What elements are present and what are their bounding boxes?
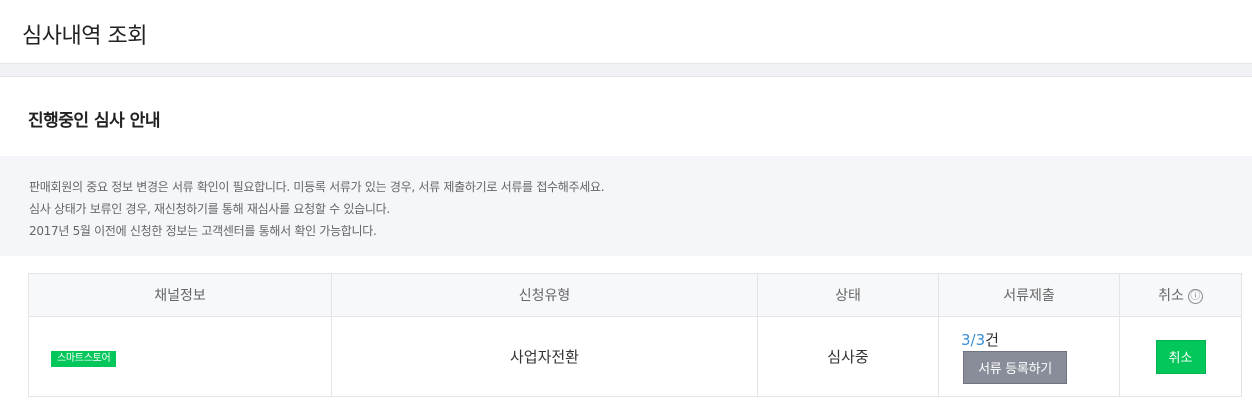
type-cell: 사업자전환 bbox=[331, 316, 758, 397]
notice-box: 판매회원의 중요 정보 변경은 서류 확인이 필요합니다. 미등록 서류가 있는… bbox=[0, 156, 1252, 256]
docs-cell: 3/3건 서류 등록하기 bbox=[938, 316, 1120, 397]
channel-cell: 스마트스토어 bbox=[28, 316, 332, 397]
table-header-row: 채널정보 신청유형 상태 서류제출 취소 ⓘ bbox=[28, 273, 1242, 317]
doc-count: 3/3건 bbox=[961, 329, 999, 350]
review-table: 채널정보 신청유형 상태 서류제출 취소 ⓘ 스마트스토어 사업자전환 심사중 3… bbox=[28, 273, 1242, 397]
notice-line: 판매회원의 중요 정보 변경은 서류 확인이 필요합니다. 미등록 서류가 있는… bbox=[29, 180, 605, 194]
section-title: 진행중인 심사 안내 bbox=[28, 111, 160, 131]
column-header-docs: 서류제출 bbox=[938, 273, 1120, 317]
doc-count-value[interactable]: 3/3 bbox=[961, 331, 985, 349]
cancel-cell: 취소 bbox=[1119, 316, 1242, 397]
status-cell: 심사중 bbox=[757, 316, 939, 397]
header-divider-band bbox=[0, 64, 1252, 77]
column-header-status: 상태 bbox=[757, 273, 939, 317]
register-documents-button[interactable]: 서류 등록하기 bbox=[963, 351, 1067, 384]
info-icon[interactable]: ⓘ bbox=[1187, 289, 1203, 304]
notice-line: 심사 상태가 보류인 경우, 재신청하기를 통해 재심사를 요청할 수 있습니다… bbox=[29, 202, 390, 216]
table-row: 스마트스토어 사업자전환 심사중 3/3건 서류 등록하기 취소 bbox=[28, 316, 1242, 397]
page-title: 심사내역 조회 bbox=[22, 24, 147, 49]
column-header-cancel: 취소 ⓘ bbox=[1119, 273, 1242, 317]
channel-badge: 스마트스토어 bbox=[51, 350, 117, 367]
page-header: 심사내역 조회 bbox=[0, 0, 1252, 64]
notice-line: 2017년 5월 이전에 신청한 정보는 고객센터를 통해서 확인 가능합니다. bbox=[29, 224, 377, 238]
column-header-channel: 채널정보 bbox=[28, 273, 332, 317]
column-header-type: 신청유형 bbox=[331, 273, 758, 317]
doc-count-unit: 건 bbox=[985, 331, 999, 349]
column-header-cancel-label: 취소 bbox=[1158, 288, 1184, 304]
cancel-button[interactable]: 취소 bbox=[1155, 339, 1206, 374]
